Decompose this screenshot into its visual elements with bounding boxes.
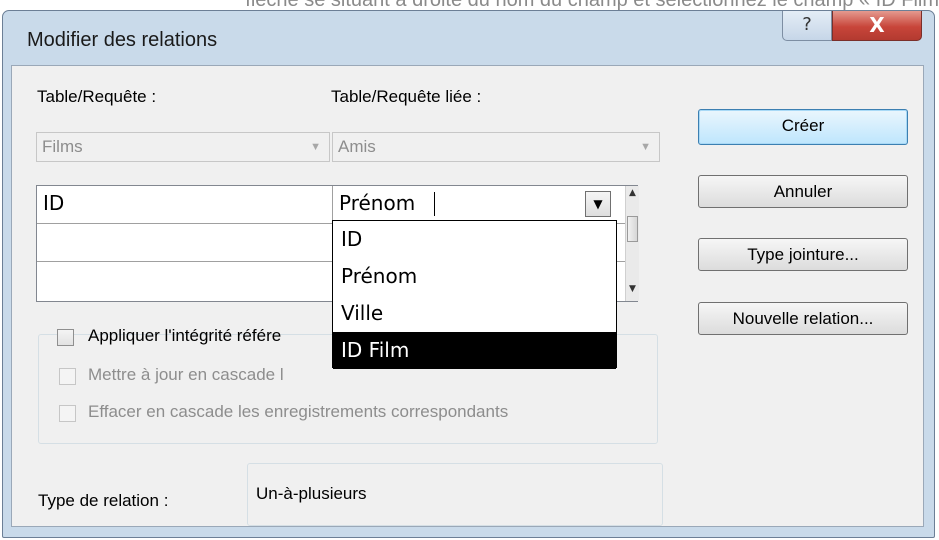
- close-button[interactable]: X: [832, 11, 922, 41]
- dropdown-option-ville[interactable]: Ville: [333, 295, 616, 332]
- dropdown-option-id-film[interactable]: ID Film: [333, 332, 616, 369]
- table-query-value: Films: [42, 137, 83, 156]
- relation-type-box: Un-à-plusieurs: [247, 463, 663, 526]
- dialog-title: Modifier des relations: [27, 29, 218, 51]
- linked-table-query-combo: Amis ▼: [332, 132, 660, 162]
- help-icon: ?: [802, 14, 812, 35]
- referential-integrity-checkbox[interactable]: [57, 329, 74, 346]
- grid-cell-left-1[interactable]: [37, 224, 333, 262]
- cascade-update-checkbox: [59, 368, 76, 385]
- linked-table-query-value: Amis: [338, 137, 376, 156]
- grid-scrollbar[interactable]: ▲ ▼: [625, 186, 639, 301]
- help-button[interactable]: ?: [782, 11, 832, 41]
- close-icon: X: [869, 13, 885, 37]
- cascade-delete-checkbox: [59, 405, 76, 422]
- scroll-thumb[interactable]: [627, 216, 638, 242]
- chevron-down-icon: ▼: [593, 197, 603, 211]
- join-type-button[interactable]: Type jointure...: [698, 238, 908, 271]
- linked-table-query-label: Table/Requête liée :: [331, 87, 482, 106]
- dropdown-option-id[interactable]: ID: [333, 221, 616, 258]
- grid-cell-right-0[interactable]: Prénom ▼: [333, 186, 625, 224]
- relation-type-value: Un-à-plusieurs: [256, 484, 367, 503]
- field-dropdown-list[interactable]: ID Prénom Ville ID Film: [332, 220, 617, 369]
- create-button[interactable]: Créer: [698, 109, 908, 145]
- referential-integrity-label: Appliquer l'intégrité référe: [88, 326, 282, 345]
- dropdown-option-prenom[interactable]: Prénom: [333, 258, 616, 295]
- cascade-update-label: Mettre à jour en cascade l: [88, 365, 284, 384]
- combo-arrow-button[interactable]: ▼: [585, 191, 611, 217]
- scroll-down-icon[interactable]: ▼: [626, 284, 639, 294]
- grid-cell-left-0[interactable]: ID: [37, 186, 333, 224]
- table-query-combo: Films ▼: [36, 132, 330, 162]
- text-cursor: [434, 192, 435, 216]
- scroll-up-icon[interactable]: ▲: [626, 188, 639, 198]
- chevron-down-icon: ▼: [310, 141, 321, 153]
- table-query-label: Table/Requête :: [37, 87, 157, 106]
- relation-type-label: Type de relation :: [38, 491, 169, 510]
- cascade-delete-label: Effacer en cascade les enregistrements c…: [88, 402, 509, 421]
- new-relation-button[interactable]: Nouvelle relation...: [698, 302, 908, 335]
- grid-cell-left-2[interactable]: [37, 262, 333, 301]
- chevron-down-icon: ▼: [640, 141, 651, 153]
- cancel-button[interactable]: Annuler: [698, 175, 908, 208]
